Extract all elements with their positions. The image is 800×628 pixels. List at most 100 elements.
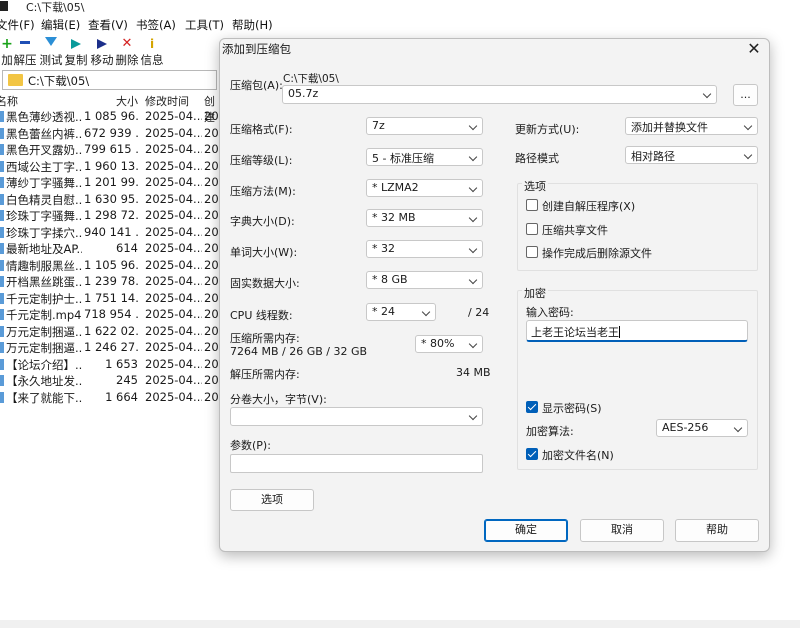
delete-button[interactable]: ✕ 删除 [114,35,140,68]
shared-files-checkbox[interactable] [526,223,538,235]
dictionary-combo[interactable]: * 32 MB [366,209,483,227]
memory-percent-combo[interactable]: * 80% [415,335,483,353]
file-row[interactable]: 【永久地址发... 245 2025-04... 20 [0,372,218,389]
file-created: 20 [204,356,218,371]
file-row[interactable]: 万元定制捆逼...1 622 02... 2025-04...20 [0,323,218,340]
file-name: 万元定制捆逼... [6,324,82,339]
file-row[interactable]: 白色精灵自慰...1 630 95... 2025-04...20 [0,191,218,208]
file-row[interactable]: 最新地址及AP... 614 2025-04... 20 [0,240,218,257]
test-button[interactable]: 测试 [38,35,64,68]
file-row[interactable]: 黑色薄纱透视...1 085 96... 2025-04...20 [0,108,218,125]
file-row[interactable]: 珍珠丁字揉穴...940 141 ... 2025-04...20 [0,224,218,241]
path-mode-combo[interactable]: 相对路径 [625,146,758,164]
file-created: 20 [204,389,218,404]
level-combo[interactable]: 5 - 标准压缩 [366,148,483,166]
menu-edit[interactable]: 编辑(E) [41,17,80,33]
cpu-threads-combo[interactable]: * 24 [366,303,436,321]
options-group-title: 选项 [522,178,548,194]
file-modified: 2025-04... [145,274,202,288]
encryption-method-combo[interactable]: AES-256 [656,419,748,437]
parameters-input[interactable] [230,454,483,473]
ok-button[interactable]: 确定 [484,519,568,542]
close-icon[interactable]: ✕ [745,40,763,58]
status-bar [0,620,800,628]
chevron-down-icon [468,183,478,193]
add-to-archive-dialog: 添加到压缩包 ✕ 压缩包(A): C:\下载\05\ 05.7z ... 压缩格… [219,38,770,552]
file-name: 西域公主丁字... [6,159,82,174]
file-row[interactable]: 薄纱丁字骚舞...1 201 99... 2025-04...20 [0,174,218,191]
file-row[interactable]: 万元定制捆逼...1 246 27... 2025-04...20 [0,339,218,356]
menu-bar: 文件(F) 编辑(E) 查看(V) 书签(A) 工具(T) 帮助(H) [0,15,800,34]
compress-memory-value: 7264 MB / 26 GB / 32 GB [230,345,368,358]
file-row[interactable]: 西域公主丁字...1 960 13... 2025-04...20 [0,158,218,175]
cpu-threads-label: CPU 线程数: [230,309,293,322]
info-button[interactable]: i 信息 [139,35,165,68]
sfx-checkbox[interactable] [526,199,538,211]
copy-button[interactable]: 复制 [63,35,89,68]
password-label: 输入密码: [526,306,574,319]
menu-view[interactable]: 查看(V) [88,17,128,33]
file-modified: 2025-04... [145,241,202,255]
chevron-down-icon [468,339,478,349]
cancel-button[interactable]: 取消 [580,519,664,542]
copy-arrow-icon [71,39,81,49]
archive-directory: C:\下载\05\ [283,73,339,85]
file-modified: 2025-04... [145,340,202,354]
file-created: 20 [204,340,218,354]
menu-bookmarks[interactable]: 书签(A) [136,17,176,33]
column-name[interactable]: 名称 [0,93,18,109]
file-row[interactable]: 开档黑丝跳蛋...1 239 78... 2025-04...20 [0,273,218,290]
file-row[interactable]: 【来了就能下... 1 664 2025-04... 20 [0,389,218,406]
menu-file[interactable]: 文件(F) [0,17,35,33]
delete-after-checkbox[interactable] [526,246,538,258]
method-combo[interactable]: * LZMA2 [366,179,483,197]
file-modified: 2025-04... [145,389,202,404]
file-row[interactable]: 情趣制服黑丝...1 105 96... 2025-04...20 [0,257,218,274]
file-icon [0,144,4,155]
address-bar[interactable]: C:\下载\05\ [2,70,217,90]
update-mode-combo[interactable]: 添加并替换文件 [625,117,758,135]
format-combo[interactable]: 7z [366,117,483,135]
path-mode-label: 路径模式 [515,152,559,165]
archive-name-combo[interactable]: 05.7z [282,85,717,104]
file-size: 245 [116,373,138,387]
show-password-checkbox[interactable] [526,401,538,413]
file-size: 672 939 ... [84,125,138,140]
split-volume-combo[interactable] [230,407,483,426]
file-row[interactable]: 黑色开叉露奶...799 615 ... 2025-04...20 [0,141,218,158]
help-button[interactable]: 帮助 [675,519,759,542]
file-icon [0,391,4,403]
column-size[interactable]: 大小 [116,93,138,109]
archive-label: 压缩包(A): [230,79,283,92]
file-row[interactable]: 千元定制.mp4718 954 ... 2025-04...20 [0,306,218,323]
decompress-memory-value: 34 MB [456,366,491,379]
file-icon [0,276,4,287]
password-input[interactable]: 上老王论坛当老王 [526,320,748,342]
file-size: 1 751 14... [84,290,138,305]
options-button[interactable]: 选项 [230,489,314,511]
file-created: 20 [204,109,218,123]
move-button[interactable]: 移动 [89,35,115,68]
menu-tools[interactable]: 工具(T) [185,17,224,33]
word-size-combo[interactable]: * 32 [366,240,483,258]
file-row[interactable]: 千元定制护士...1 751 14... 2025-04...20 [0,290,218,307]
file-row[interactable]: 黑色蕾丝内裤...672 939 ... 2025-04...20 [0,125,218,142]
file-size: 1 664 [105,389,138,404]
file-modified: 2025-04... [145,323,202,338]
extract-button[interactable]: 解压 [12,35,38,68]
file-name: 白色精灵自慰... [6,192,82,207]
menu-help[interactable]: 帮助(H) [232,17,273,33]
browse-button[interactable]: ... [733,84,758,106]
column-modified[interactable]: 修改时间 [145,93,189,109]
window-titlebar: C:\下载\05\ [0,0,800,14]
dialog-titlebar: 添加到压缩包 ✕ [220,39,769,59]
chevron-down-icon [421,307,431,317]
minus-icon [20,41,30,44]
encrypt-names-checkbox[interactable] [526,448,538,460]
chevron-down-icon [743,150,753,160]
chevron-down-icon [702,89,712,99]
file-modified: 2025-04... [145,356,202,371]
solid-size-combo[interactable]: * 8 GB [366,271,483,289]
file-row[interactable]: 珍珠丁字骚舞...1 298 72... 2025-04...20 [0,207,218,224]
file-row[interactable]: 【论坛介绍】... 1 653 2025-04... 20 [0,356,218,373]
